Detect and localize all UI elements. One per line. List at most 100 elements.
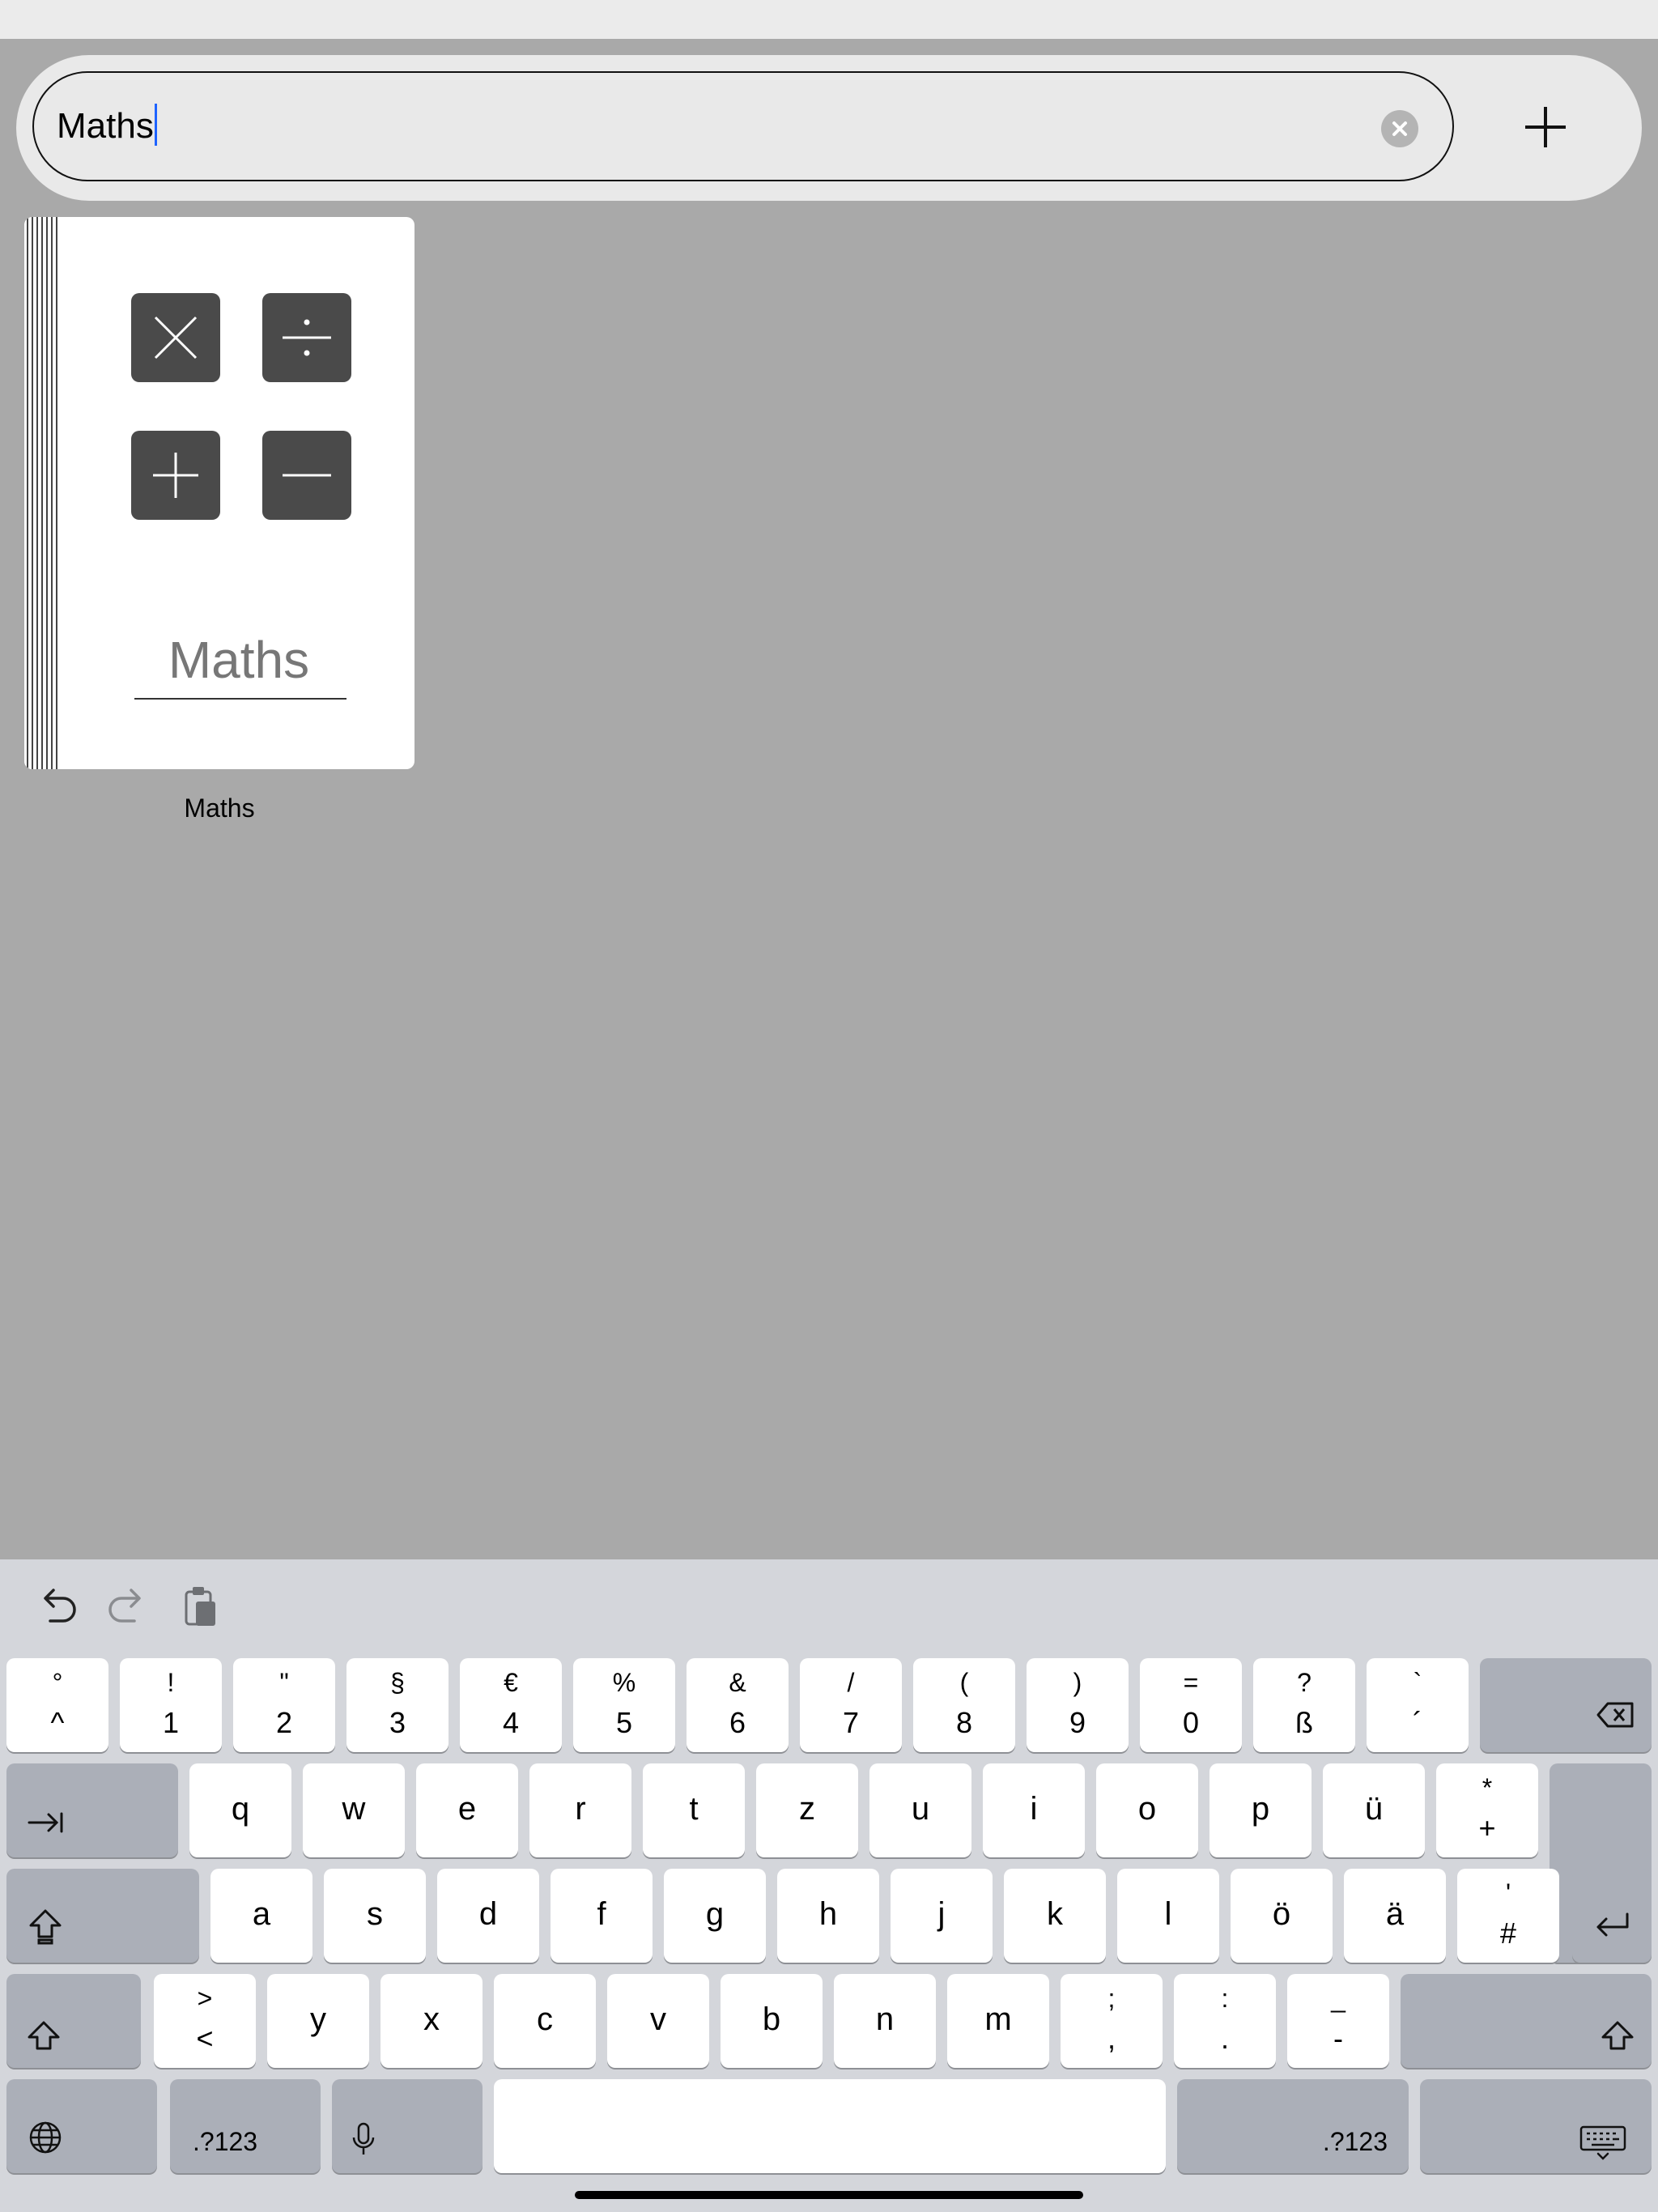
key-label: k: [1047, 1896, 1063, 1932]
key-row1-9[interactable]: ) 9: [1027, 1658, 1129, 1752]
key-label: i: [1030, 1791, 1038, 1827]
key-ö[interactable]: ö: [1231, 1869, 1333, 1963]
key-z[interactable]: z: [756, 1763, 858, 1857]
key-label: t: [689, 1791, 699, 1827]
paste-icon: [185, 1587, 215, 1626]
key-f[interactable]: f: [551, 1869, 653, 1963]
key-label: =: [1183, 1668, 1199, 1697]
plus-icon: [1525, 107, 1566, 147]
key-row1-5[interactable]: % 5: [573, 1658, 675, 1752]
globe-key[interactable]: [6, 2079, 157, 2173]
dictation-key[interactable]: [332, 2079, 483, 2173]
key-i[interactable]: i: [983, 1763, 1085, 1857]
key-label: /: [847, 1668, 855, 1697]
key-label: %: [612, 1668, 636, 1697]
key-a[interactable]: a: [210, 1869, 312, 1963]
key-plus[interactable]: * +: [1436, 1763, 1538, 1857]
key-g[interactable]: g: [664, 1869, 766, 1963]
key-row1-2[interactable]: " 2: [233, 1658, 335, 1752]
clear-search-button[interactable]: [1381, 110, 1418, 147]
key-less-than[interactable]: > <: [154, 1974, 256, 2068]
key-w[interactable]: w: [303, 1763, 405, 1857]
key-label: 0: [1182, 1706, 1200, 1739]
space-key[interactable]: [494, 2079, 1166, 2173]
key-label: m: [984, 2001, 1012, 2037]
undo-button[interactable]: [31, 1580, 83, 1632]
key-label: ^: [50, 1706, 65, 1739]
key-r[interactable]: r: [529, 1763, 631, 1857]
key-label: a: [252, 1896, 271, 1932]
key-q[interactable]: q: [189, 1763, 291, 1857]
key-label: g: [705, 1896, 725, 1932]
key-label: €: [504, 1668, 518, 1697]
key-label: 3: [389, 1706, 406, 1739]
key-label: ö: [1272, 1896, 1291, 1932]
search-value: Maths: [57, 106, 154, 146]
key-punct-0[interactable]: ;,: [1061, 1974, 1163, 2068]
key-row1-11[interactable]: ? ß: [1253, 1658, 1355, 1752]
numbers-key-left[interactable]: .?123: [170, 2079, 321, 2173]
key-row1-12[interactable]: ` ´: [1367, 1658, 1469, 1752]
key-s[interactable]: s: [324, 1869, 426, 1963]
key-row1-4[interactable]: €4: [460, 1658, 562, 1752]
key-label: ,: [1107, 2022, 1116, 2055]
notebook-label[interactable]: Maths: [24, 793, 414, 823]
key-x[interactable]: x: [380, 1974, 483, 2068]
return-key-bottom[interactable]: [1572, 1869, 1652, 1963]
key-label: q: [231, 1791, 250, 1827]
tab-key[interactable]: [6, 1763, 178, 1857]
key-t[interactable]: t: [643, 1763, 745, 1857]
shift-left-key[interactable]: [6, 1974, 141, 2068]
numbers-key-right[interactable]: .?123: [1177, 2079, 1409, 2173]
key-row1-0[interactable]: ° ^: [6, 1658, 108, 1752]
key-y[interactable]: y: [267, 1974, 369, 2068]
key-label: §: [390, 1668, 405, 1697]
paste-button[interactable]: [175, 1580, 227, 1632]
key-p[interactable]: p: [1209, 1763, 1312, 1857]
notebook-cover[interactable]: Maths: [24, 217, 414, 769]
key-c[interactable]: c: [494, 1974, 596, 2068]
key-ä[interactable]: ä: [1344, 1869, 1446, 1963]
key-row1-6[interactable]: & 6: [687, 1658, 789, 1752]
delete-key[interactable]: [1480, 1658, 1652, 1752]
key-label: ': [1505, 1878, 1511, 1908]
key-row1-7[interactable]: /7: [800, 1658, 902, 1752]
key-punct-1[interactable]: :.: [1174, 1974, 1276, 2068]
search-input[interactable]: Maths: [32, 71, 1454, 181]
key-m[interactable]: m: [947, 1974, 1049, 2068]
key-punct-2[interactable]: _ -: [1287, 1974, 1389, 2068]
key-o[interactable]: o: [1096, 1763, 1198, 1857]
key-label: :: [1221, 1984, 1229, 2013]
hide-keyboard-key[interactable]: [1420, 2079, 1652, 2173]
key-u[interactable]: u: [869, 1763, 971, 1857]
key-hash[interactable]: ' #: [1457, 1869, 1559, 1963]
redo-button[interactable]: [102, 1580, 154, 1632]
key-label: .?123: [193, 2127, 258, 2156]
subtract-icon: [262, 431, 351, 520]
key-label: f: [597, 1896, 606, 1932]
key-ü[interactable]: ü: [1323, 1763, 1425, 1857]
key-label: ´: [1413, 1706, 1422, 1739]
undo-icon: [44, 1589, 76, 1623]
key-label: r: [575, 1791, 586, 1827]
key-l[interactable]: l: [1117, 1869, 1219, 1963]
key-label: ?: [1297, 1668, 1312, 1697]
caps-lock-key[interactable]: [6, 1869, 199, 1963]
key-b[interactable]: b: [721, 1974, 823, 2068]
key-d[interactable]: d: [437, 1869, 539, 1963]
key-n[interactable]: n: [834, 1974, 936, 2068]
key-row1-1[interactable]: ! 1: [120, 1658, 222, 1752]
add-button[interactable]: [1519, 100, 1572, 154]
key-label: 8: [955, 1706, 973, 1739]
key-k[interactable]: k: [1004, 1869, 1106, 1963]
key-e[interactable]: e: [416, 1763, 518, 1857]
key-label: j: [937, 1896, 946, 1932]
top-status-strip: [0, 0, 1658, 39]
key-row1-8[interactable]: (8: [913, 1658, 1015, 1752]
key-v[interactable]: v: [607, 1974, 709, 2068]
shift-right-key[interactable]: [1401, 1974, 1652, 2068]
key-row1-10[interactable]: = 0: [1140, 1658, 1242, 1752]
key-j[interactable]: j: [891, 1869, 993, 1963]
key-h[interactable]: h: [777, 1869, 879, 1963]
key-row1-3[interactable]: § 3: [346, 1658, 449, 1752]
